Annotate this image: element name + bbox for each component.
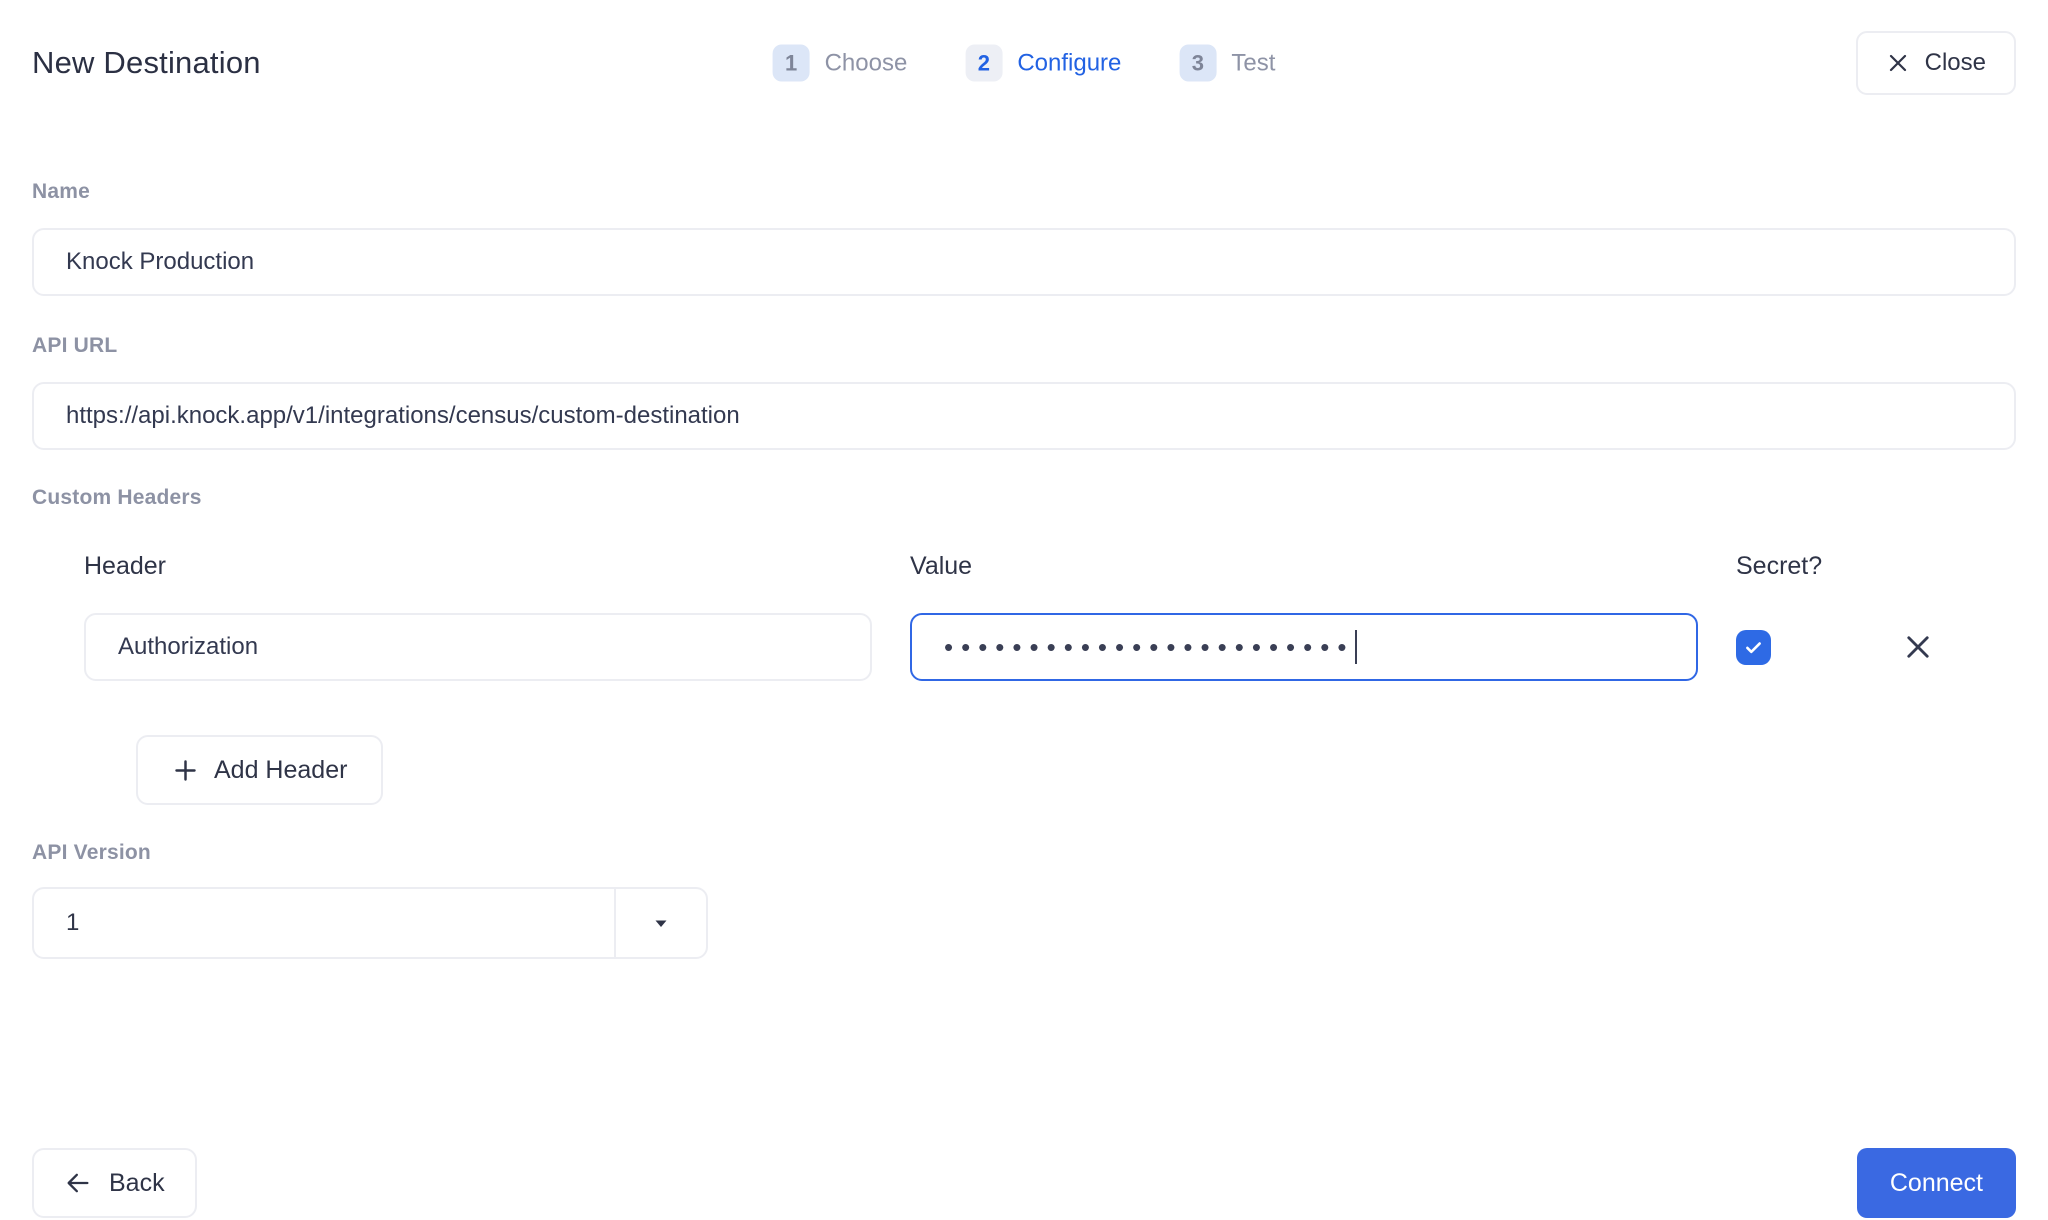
api-url-input[interactable] xyxy=(32,382,2016,450)
masked-secret-value: •••••••••••••••••••••••• xyxy=(944,634,1354,660)
new-destination-modal: New Destination 1 Choose 2 Configure 3 T… xyxy=(0,30,2048,1220)
custom-headers-table: Header Value Secret? •••••••••••••••••••… xyxy=(84,552,2016,805)
step-number-badge: 1 xyxy=(773,45,810,82)
step-number-badge: 3 xyxy=(1179,45,1216,82)
header-column-label: Header xyxy=(84,552,872,581)
text-caret xyxy=(1355,630,1357,664)
remove-icon xyxy=(1901,630,1935,664)
step-label: Choose xyxy=(825,49,908,77)
step-test[interactable]: 3 Test xyxy=(1179,45,1275,82)
custom-headers-label: Custom Headers xyxy=(32,486,2016,510)
custom-headers-column-row: Header Value Secret? xyxy=(84,552,2016,581)
close-label: Close xyxy=(1925,49,1986,77)
select-arrow-zone xyxy=(614,889,706,957)
chevron-down-icon xyxy=(649,911,673,935)
back-label: Back xyxy=(109,1169,165,1198)
configure-form: Name API URL Custom Headers Header Value… xyxy=(32,180,2016,959)
header-value-input[interactable]: •••••••••••••••••••••••• xyxy=(910,613,1698,681)
header-name-input[interactable] xyxy=(84,613,872,681)
secret-checkbox[interactable] xyxy=(1736,630,1771,665)
wizard-stepper: 1 Choose 2 Configure 3 Test xyxy=(773,45,1276,82)
step-number-badge: 2 xyxy=(965,45,1002,82)
connect-label: Connect xyxy=(1890,1169,1983,1198)
add-header-button[interactable]: Add Header xyxy=(136,735,383,805)
step-label: Configure xyxy=(1017,49,1121,77)
page-title: New Destination xyxy=(32,45,261,81)
back-button[interactable]: Back xyxy=(32,1148,197,1218)
api-version-value: 1 xyxy=(34,909,79,937)
step-label: Test xyxy=(1231,49,1275,77)
step-choose[interactable]: 1 Choose xyxy=(773,45,908,82)
close-icon xyxy=(1886,51,1910,75)
step-configure[interactable]: 2 Configure xyxy=(965,45,1121,82)
secret-cell xyxy=(1736,630,1856,665)
modal-header: New Destination 1 Choose 2 Configure 3 T… xyxy=(32,30,2016,96)
value-column-label: Value xyxy=(910,552,1698,581)
name-label: Name xyxy=(32,180,2016,204)
custom-header-row: •••••••••••••••••••••••• xyxy=(84,613,2016,681)
plus-icon xyxy=(172,757,199,784)
api-url-label: API URL xyxy=(32,334,2016,358)
remove-header-button[interactable] xyxy=(1894,623,1942,671)
add-header-label: Add Header xyxy=(214,756,347,785)
api-version-select[interactable]: 1 xyxy=(32,887,708,959)
close-button[interactable]: Close xyxy=(1856,31,2016,95)
api-version-label: API Version xyxy=(32,841,2016,865)
name-input[interactable] xyxy=(32,228,2016,296)
secret-column-label: Secret? xyxy=(1736,552,1856,581)
modal-footer: Back Connect xyxy=(32,1148,2016,1218)
arrow-left-icon xyxy=(64,1169,92,1197)
connect-button[interactable]: Connect xyxy=(1857,1148,2016,1218)
